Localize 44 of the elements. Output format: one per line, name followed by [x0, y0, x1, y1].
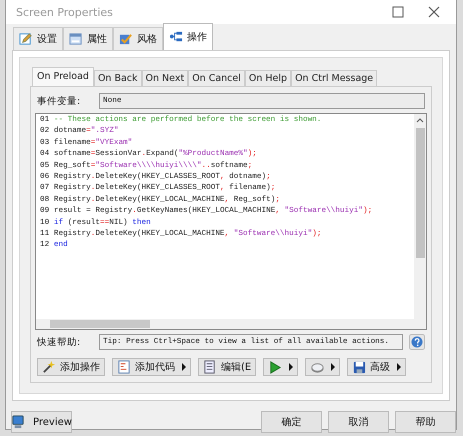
code-editor[interactable]: [35, 113, 427, 330]
toolbar-button[interactable]: 添加操作: [37, 358, 105, 376]
horizontal-scrollbar[interactable]: [36, 319, 426, 329]
tab[interactable]: 操作: [163, 23, 213, 50]
tab[interactable]: On Help: [244, 70, 292, 86]
wand-icon: [42, 360, 56, 374]
icon-button[interactable]: [263, 358, 298, 376]
window-title: Screen Properties: [16, 6, 114, 18]
tab-label: 属性: [87, 32, 107, 46]
dialog-button[interactable]: 确定: [261, 411, 322, 433]
tab[interactable]: On Next: [142, 70, 188, 86]
toolbar-button[interactable]: 编辑(E: [198, 358, 256, 376]
tab[interactable]: On Preload: [32, 67, 94, 86]
maximize-icon[interactable]: [392, 6, 404, 18]
tab[interactable]: 风格: [113, 27, 163, 50]
toolbar-button[interactable]: 添加代码: [112, 358, 191, 376]
monitor-icon: [11, 415, 26, 429]
tab-label: 风格: [137, 32, 157, 46]
tab[interactable]: 设置: [13, 27, 63, 50]
field-label: 事件变量:: [37, 94, 82, 108]
toolbar-button[interactable]: 高级: [347, 358, 406, 376]
help-icon[interactable]: [409, 334, 425, 350]
floppy-icon: [352, 360, 366, 374]
checkbox-icon: [119, 32, 133, 46]
edit-icon: [19, 32, 33, 46]
dialog-button[interactable]: 帮助: [395, 411, 456, 433]
tab-label: 操作: [187, 31, 207, 44]
share-icon: [169, 30, 183, 44]
tab[interactable]: On Ctrl Message: [291, 70, 378, 86]
tab-label: 设置: [37, 32, 57, 46]
tab[interactable]: On Cancel: [188, 70, 245, 86]
form-icon: [69, 32, 83, 46]
tab[interactable]: 属性: [63, 27, 113, 50]
close-icon[interactable]: [428, 6, 440, 18]
document-icon: [203, 360, 217, 374]
code-file-icon: [117, 360, 131, 374]
dialog-button[interactable]: 取消: [328, 411, 389, 433]
field-label: 快速帮助:: [37, 336, 82, 348]
play-icon: [268, 360, 282, 374]
vertical-scrollbar[interactable]: [414, 114, 426, 319]
preview-button[interactable]: Preview: [11, 411, 72, 433]
tab[interactable]: On Back: [94, 70, 142, 86]
icon-button[interactable]: [305, 358, 340, 376]
scroll-up-icon[interactable]: [416, 117, 424, 123]
